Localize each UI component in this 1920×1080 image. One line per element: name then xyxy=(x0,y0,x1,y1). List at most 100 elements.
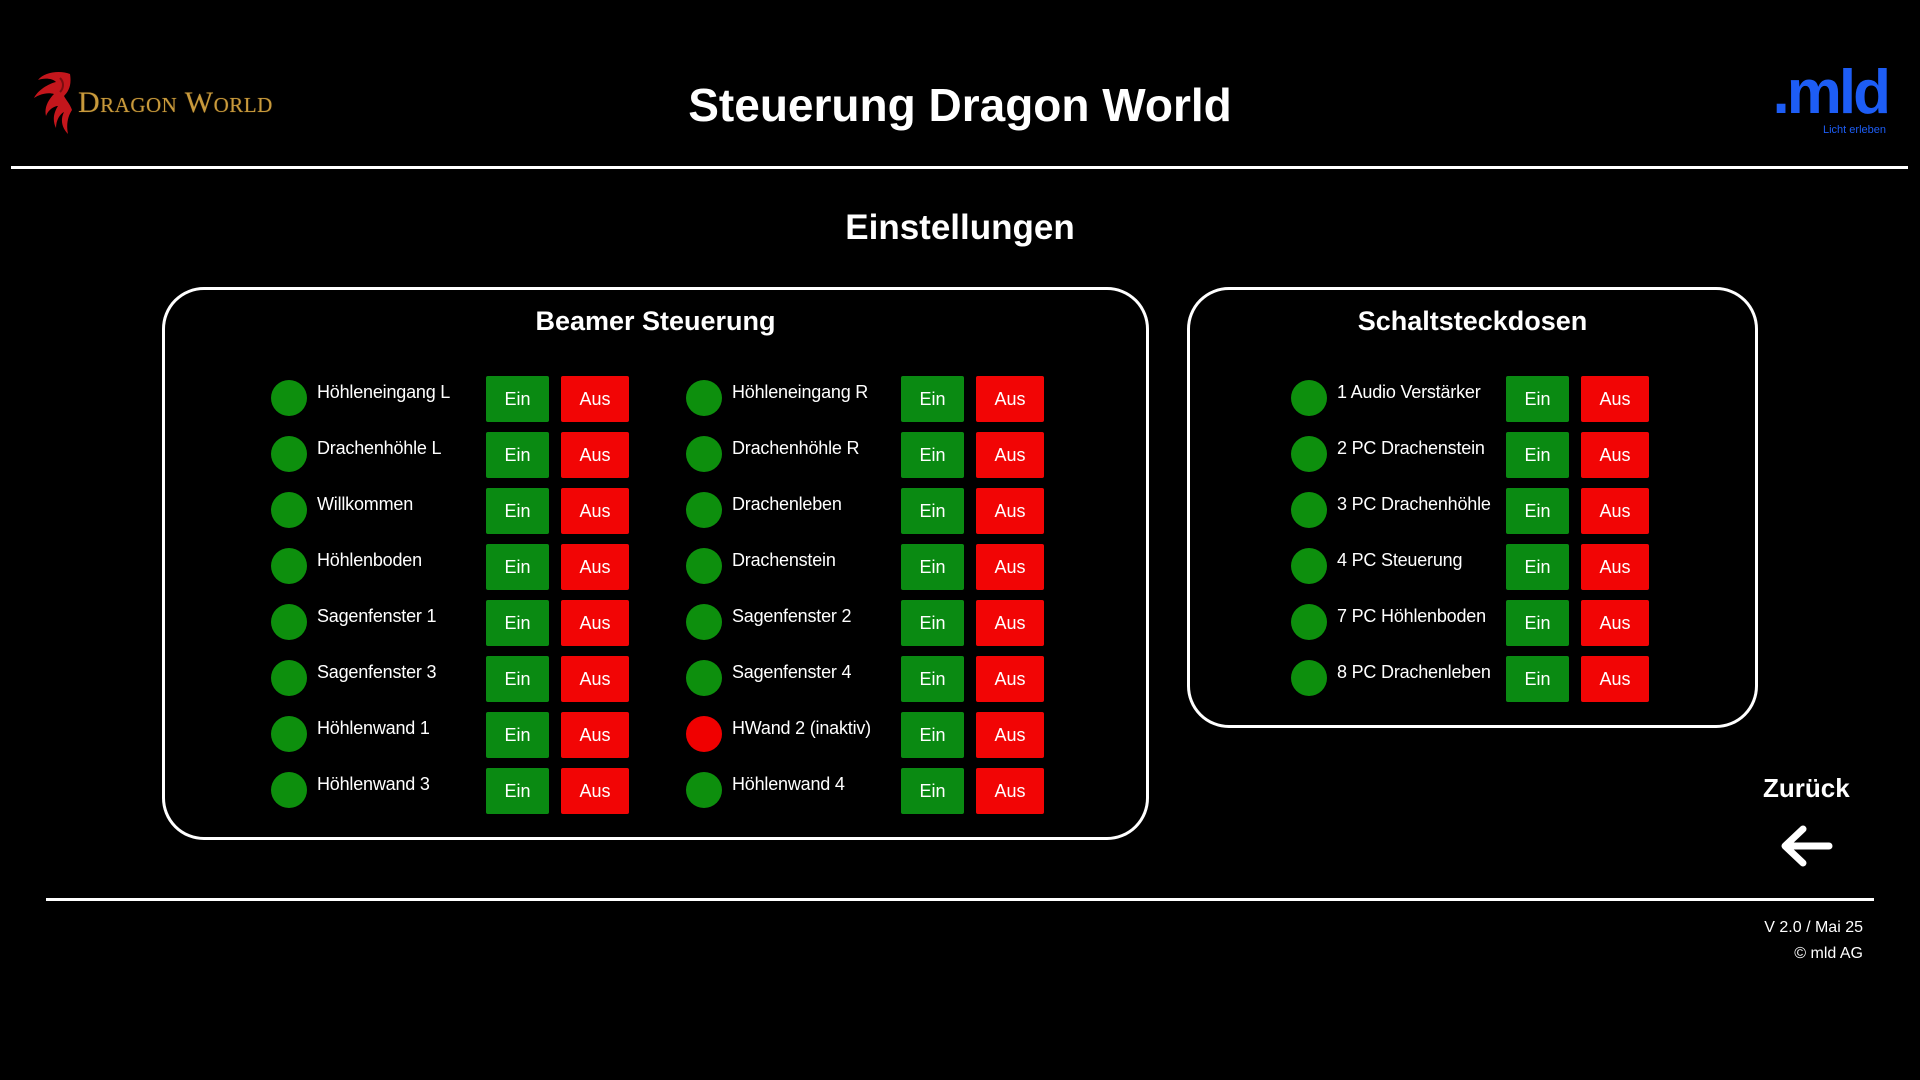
control-label: Höhlenwand 1 xyxy=(317,718,430,738)
control-label: 1 Audio Verstärker xyxy=(1337,382,1481,402)
version-text: V 2.0 / Mai 25 xyxy=(1764,919,1863,936)
mld-logo: .mld Licht erleben xyxy=(1768,58,1891,142)
control-label: Willkommen xyxy=(317,494,414,514)
control-row: Sagenfenster 2 Ein Aus xyxy=(686,596,1086,652)
off-button[interactable]: Aus xyxy=(976,712,1044,758)
off-button[interactable]: Aus xyxy=(976,768,1044,814)
on-button[interactable]: Ein xyxy=(486,432,549,478)
on-button[interactable]: Ein xyxy=(1506,488,1569,534)
control-label: HWand 2 (inaktiv) xyxy=(732,718,871,738)
off-button[interactable]: Aus xyxy=(561,656,629,702)
control-label: Sagenfenster 4 xyxy=(732,662,852,682)
on-button[interactable]: Ein xyxy=(486,712,549,758)
on-button[interactable]: Ein xyxy=(901,432,964,478)
on-button[interactable]: Ein xyxy=(486,768,549,814)
status-indicator xyxy=(271,772,307,808)
control-row: Willkommen Ein Aus xyxy=(271,484,671,540)
on-button[interactable]: Ein xyxy=(901,544,964,590)
arrow-left-icon[interactable] xyxy=(1779,823,1833,869)
on-button[interactable]: Ein xyxy=(486,488,549,534)
on-button[interactable]: Ein xyxy=(1506,656,1569,702)
on-button[interactable]: Ein xyxy=(1506,544,1569,590)
control-row: Drachenhöhle L Ein Aus xyxy=(271,428,671,484)
off-button[interactable]: Aus xyxy=(561,600,629,646)
off-button[interactable]: Aus xyxy=(561,544,629,590)
control-row: 2 PC Drachenstein Ein Aus xyxy=(1291,428,1691,484)
control-label: Drachenleben xyxy=(732,494,842,514)
beamer-panel: Beamer Steuerung Höhleneingang L Ein Aus Dr… xyxy=(162,287,1149,840)
status-indicator xyxy=(1291,660,1327,696)
off-button[interactable]: Aus xyxy=(976,376,1044,422)
status-indicator xyxy=(686,436,722,472)
control-label: 8 PC Drachenleben xyxy=(1337,662,1491,682)
off-button[interactable]: Aus xyxy=(561,768,629,814)
mld-logo-text: .mld xyxy=(1772,58,1891,127)
on-button[interactable]: Ein xyxy=(486,656,549,702)
off-button[interactable]: Aus xyxy=(561,432,629,478)
off-button[interactable]: Aus xyxy=(1581,600,1649,646)
status-indicator xyxy=(686,660,722,696)
control-row: 3 PC Drachenhöhle Ein Aus xyxy=(1291,484,1691,540)
status-indicator xyxy=(686,772,722,808)
off-button[interactable]: Aus xyxy=(1581,488,1649,534)
off-button[interactable]: Aus xyxy=(561,376,629,422)
control-label: Sagenfenster 1 xyxy=(317,606,437,626)
on-button[interactable]: Ein xyxy=(901,656,964,702)
off-button[interactable]: Aus xyxy=(976,544,1044,590)
on-button[interactable]: Ein xyxy=(901,600,964,646)
status-indicator xyxy=(271,716,307,752)
control-row: Höhlenwand 4 Ein Aus xyxy=(686,764,1086,820)
control-label: Sagenfenster 2 xyxy=(732,606,852,626)
on-button[interactable]: Ein xyxy=(901,768,964,814)
section-title: Einstellungen xyxy=(845,208,1075,247)
status-indicator xyxy=(271,492,307,528)
status-indicator xyxy=(686,548,722,584)
on-button[interactable]: Ein xyxy=(901,376,964,422)
status-indicator xyxy=(686,492,722,528)
on-button[interactable]: Ein xyxy=(486,600,549,646)
status-indicator xyxy=(271,604,307,640)
control-row: Drachenstein Ein Aus xyxy=(686,540,1086,596)
header-divider xyxy=(11,166,1908,169)
control-label: 7 PC Höhlenboden xyxy=(1337,606,1486,626)
control-label: 2 PC Drachenstein xyxy=(1337,438,1485,458)
on-button[interactable]: Ein xyxy=(1506,600,1569,646)
status-indicator xyxy=(271,436,307,472)
sockets-panel-title: Schaltsteckdosen xyxy=(1357,306,1588,336)
control-row: 1 Audio Verstärker Ein Aus xyxy=(1291,372,1691,428)
status-indicator xyxy=(686,604,722,640)
status-indicator xyxy=(686,716,722,752)
mld-logo-tagline: Licht erleben xyxy=(1823,124,1886,136)
copyright-text: © mld AG xyxy=(1794,945,1863,962)
on-button[interactable]: Ein xyxy=(486,544,549,590)
off-button[interactable]: Aus xyxy=(976,488,1044,534)
off-button[interactable]: Aus xyxy=(976,656,1044,702)
off-button[interactable]: Aus xyxy=(976,600,1044,646)
control-row: Höhleneingang R Ein Aus xyxy=(686,372,1086,428)
off-button[interactable]: Aus xyxy=(1581,544,1649,590)
control-label: 4 PC Steuerung xyxy=(1337,550,1463,570)
on-button[interactable]: Ein xyxy=(901,712,964,758)
on-button[interactable]: Ein xyxy=(1506,432,1569,478)
status-indicator xyxy=(271,660,307,696)
app-title: Steuerung Dragon World xyxy=(688,79,1232,131)
off-button[interactable]: Aus xyxy=(1581,432,1649,478)
status-indicator xyxy=(271,380,307,416)
on-button[interactable]: Ein xyxy=(1506,376,1569,422)
status-indicator xyxy=(1291,548,1327,584)
on-button[interactable]: Ein xyxy=(486,376,549,422)
status-indicator xyxy=(1291,604,1327,640)
control-label: Höhlenwand 3 xyxy=(317,774,430,794)
off-button[interactable]: Aus xyxy=(561,712,629,758)
control-row: Sagenfenster 1 Ein Aus xyxy=(271,596,671,652)
off-button[interactable]: Aus xyxy=(1581,656,1649,702)
version-info: V 2.0 / Mai 25 © mld AG xyxy=(1764,915,1863,967)
on-button[interactable]: Ein xyxy=(901,488,964,534)
status-indicator xyxy=(1291,380,1327,416)
off-button[interactable]: Aus xyxy=(976,432,1044,478)
off-button[interactable]: Aus xyxy=(561,488,629,534)
status-indicator xyxy=(1291,492,1327,528)
control-label: Höhleneingang L xyxy=(317,382,451,402)
off-button[interactable]: Aus xyxy=(1581,376,1649,422)
control-row: 4 PC Steuerung Ein Aus xyxy=(1291,540,1691,596)
